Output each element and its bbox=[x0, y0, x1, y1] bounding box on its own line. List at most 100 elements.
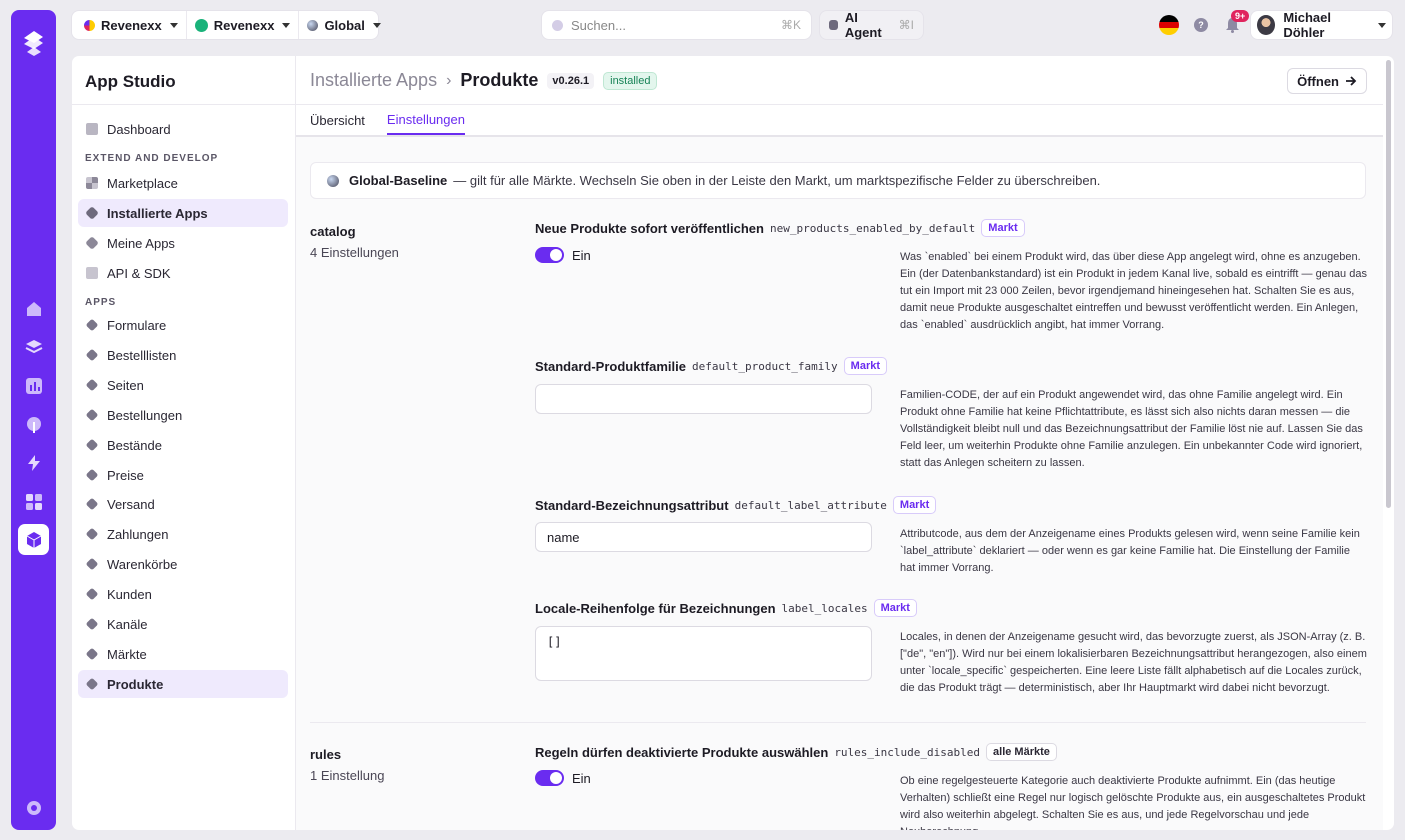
sidebar-app-item[interactable]: Versand bbox=[78, 490, 288, 518]
scope-badge: Markt bbox=[981, 219, 1025, 237]
label-locales-textarea[interactable]: [] bbox=[535, 626, 872, 681]
breadcrumb-separator: › bbox=[446, 71, 452, 89]
toggle-switch[interactable] bbox=[535, 247, 564, 263]
sidebar-app-item[interactable]: Seiten bbox=[78, 371, 288, 399]
shop-status-dot bbox=[194, 18, 208, 32]
sidebar-item-api-sdk[interactable]: API & SDK bbox=[78, 259, 288, 287]
sidebar-app-item[interactable]: Kunden bbox=[78, 580, 288, 608]
grid-icon[interactable] bbox=[23, 491, 44, 512]
sidebar-item-marketplace[interactable]: Marketplace bbox=[78, 169, 288, 197]
sidebar-app-item[interactable]: Produkte bbox=[78, 670, 288, 698]
sidebar-app-item[interactable]: Märkte bbox=[78, 640, 288, 668]
cube-icon bbox=[85, 378, 99, 392]
user-menu[interactable]: Michael Döhler bbox=[1251, 10, 1392, 40]
group-title-rules: rules bbox=[310, 747, 342, 762]
cube-icon bbox=[85, 348, 99, 362]
settings-gear-icon[interactable] bbox=[23, 797, 44, 818]
chevron-down-icon bbox=[282, 22, 291, 28]
sidebar-app-item[interactable]: Bestelllisten bbox=[78, 341, 288, 369]
setting-key: label_locales bbox=[781, 601, 868, 615]
default-label-attribute-input[interactable]: name bbox=[535, 522, 872, 552]
sidebar-app-item[interactable]: Formulare bbox=[78, 311, 288, 339]
help-icon[interactable]: ? bbox=[1194, 18, 1208, 32]
sidebar-item-my-apps[interactable]: Meine Apps bbox=[78, 229, 288, 257]
divider bbox=[310, 722, 1366, 723]
version-badge: v0.26.1 bbox=[547, 72, 595, 89]
code-icon bbox=[86, 267, 98, 279]
notification-badge: 9+ bbox=[1231, 10, 1250, 22]
search-shortcut: ⌘K bbox=[780, 18, 801, 32]
context-switcher: Revenexx Revenexx Global bbox=[72, 11, 381, 39]
sidebar-item-dashboard[interactable]: Dashboard bbox=[78, 115, 288, 143]
setting-key: rules_include_disabled bbox=[834, 745, 981, 759]
setting-key: default_product_family bbox=[691, 359, 838, 373]
plug-icon[interactable] bbox=[23, 414, 44, 435]
setting-label: Locale-Reihenfolge für Bezeichnungen lab… bbox=[535, 599, 917, 617]
search-input[interactable]: Suchen... ⌘K bbox=[542, 11, 811, 39]
cube-icon bbox=[85, 236, 99, 250]
rules-include-disabled-toggle[interactable]: Ein bbox=[535, 770, 591, 786]
arrow-right-icon bbox=[1346, 76, 1357, 86]
default-product-family-input[interactable] bbox=[535, 384, 872, 414]
banner-title: Global-Baseline bbox=[349, 173, 448, 188]
cube-icon bbox=[85, 677, 99, 691]
main-panel: App Studio Dashboard EXTEND AND DEVELOP … bbox=[72, 56, 1394, 830]
sidebar-app-item[interactable]: Bestände bbox=[78, 431, 288, 459]
shop-selector[interactable]: Revenexx bbox=[187, 11, 300, 39]
cube-icon bbox=[85, 557, 99, 571]
sidebar-app-item[interactable]: Warenkörbe bbox=[78, 550, 288, 578]
setting-label: Regeln dürfen deaktivierte Produkte ausw… bbox=[535, 743, 1057, 761]
section-heading-extend: EXTEND AND DEVELOP bbox=[85, 153, 219, 164]
setting-key: default_label_attribute bbox=[734, 498, 887, 512]
sidebar-app-item[interactable]: Kanäle bbox=[78, 610, 288, 638]
sidebar-app-item[interactable]: Zahlungen bbox=[78, 520, 288, 548]
dashboard-icon bbox=[86, 123, 98, 135]
cube-icon bbox=[85, 468, 99, 482]
ai-agent-button[interactable]: AI Agent ⌘I bbox=[820, 10, 923, 40]
org-logo-icon bbox=[84, 19, 95, 31]
agent-icon bbox=[829, 20, 838, 30]
sidebar-app-item[interactable]: Preise bbox=[78, 461, 288, 489]
scope-badge: Markt bbox=[892, 496, 937, 514]
app-studio-icon[interactable] bbox=[18, 524, 49, 555]
setting-description: Familien-CODE, der auf ein Produkt angew… bbox=[900, 389, 1363, 469]
open-app-button[interactable]: Öffnen bbox=[1287, 68, 1367, 94]
tab-settings[interactable]: Einstellungen bbox=[386, 105, 465, 135]
globe-icon bbox=[307, 19, 319, 31]
setting-description: Attributcode, aus dem der Anzeigename ei… bbox=[900, 528, 1360, 574]
new-products-enabled-toggle[interactable]: Ein bbox=[535, 247, 591, 263]
sidebar-app-item[interactable]: Bestellungen bbox=[78, 401, 288, 429]
breadcrumb-parent[interactable]: Installierte Apps bbox=[310, 70, 437, 91]
cube-icon bbox=[85, 438, 99, 452]
status-badge: installed bbox=[603, 71, 658, 90]
scrollbar[interactable] bbox=[1386, 60, 1391, 508]
settings-scroll-area: Global-Baseline — gilt für alle Märkte. … bbox=[296, 137, 1383, 830]
chevron-down-icon bbox=[1378, 22, 1386, 28]
toggle-switch[interactable] bbox=[535, 770, 564, 786]
scope-badge: Markt bbox=[843, 357, 888, 375]
group-title-catalog: catalog bbox=[310, 224, 356, 239]
layers-icon[interactable] bbox=[23, 336, 44, 357]
org-selector[interactable]: Revenexx bbox=[76, 11, 187, 39]
sidebar-item-installed-apps[interactable]: Installierte Apps bbox=[78, 199, 288, 227]
home-icon[interactable] bbox=[23, 298, 44, 319]
cube-icon bbox=[85, 318, 99, 332]
setting-description: Was `enabled` bei einem Produkt wird, da… bbox=[900, 251, 1367, 331]
page-title: Produkte bbox=[460, 70, 539, 90]
market-selector[interactable]: Global bbox=[299, 11, 388, 39]
breadcrumb: Installierte Apps › Produkte v0.26.1 ins… bbox=[310, 70, 658, 91]
brand-logo-icon[interactable] bbox=[21, 28, 46, 58]
avatar bbox=[1257, 15, 1276, 35]
marketplace-icon bbox=[86, 177, 98, 189]
tab-bar: Übersicht Einstellungen bbox=[310, 105, 465, 135]
setting-description: Locales, in denen der Anzeigename gesuch… bbox=[900, 631, 1367, 694]
chart-icon[interactable] bbox=[23, 375, 44, 396]
app-rail bbox=[11, 10, 56, 830]
group-count-catalog: 4 Einstellungen bbox=[310, 245, 399, 260]
language-flag-icon[interactable] bbox=[1159, 15, 1179, 35]
lightning-icon[interactable] bbox=[23, 452, 44, 473]
tab-overview[interactable]: Übersicht bbox=[310, 105, 365, 135]
scope-badge: alle Märkte bbox=[986, 743, 1057, 761]
page-header: Installierte Apps › Produkte v0.26.1 ins… bbox=[296, 56, 1383, 105]
content-area: Installierte Apps › Produkte v0.26.1 ins… bbox=[296, 56, 1383, 830]
